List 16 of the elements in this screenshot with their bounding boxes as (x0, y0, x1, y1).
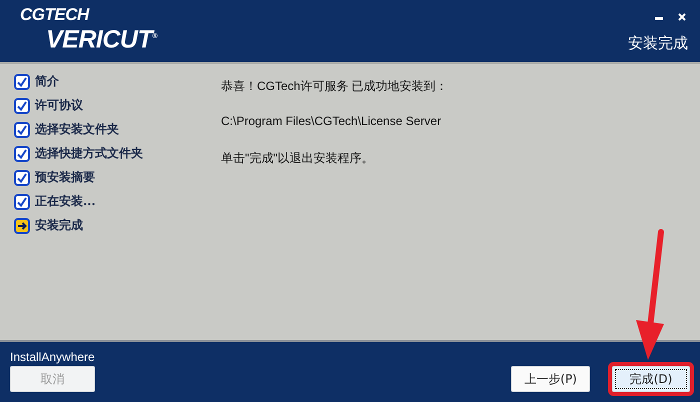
step-label: 许可协议 (35, 97, 83, 114)
footer-button[interactable]: 上一步(P) (511, 366, 590, 392)
close-icon[interactable] (678, 13, 686, 21)
step-label: 选择快捷方式文件夹 (35, 145, 143, 162)
logo-bottom-text: VERICUT$^{®}$ (46, 24, 157, 52)
step-label: 安装完成 (35, 217, 83, 234)
step-label: 预安装摘要 (35, 169, 95, 186)
logo-top-text: CGTECH (20, 6, 90, 24)
message-text: 恭喜！CGTech许可服务 已成功地安装到： (221, 78, 448, 94)
message-text: C:\Program Files\CGTech\License Server (221, 114, 442, 130)
step-label: 正在安装... (35, 193, 96, 210)
page-title: 安装完成 (628, 34, 688, 53)
message-text: 单击"完成"以退出安装程序。 (221, 150, 375, 166)
brand-text: InstallAnywhere (10, 350, 95, 364)
step-label: 简介 (35, 73, 59, 90)
step-label: 选择安装文件夹 (35, 121, 119, 138)
